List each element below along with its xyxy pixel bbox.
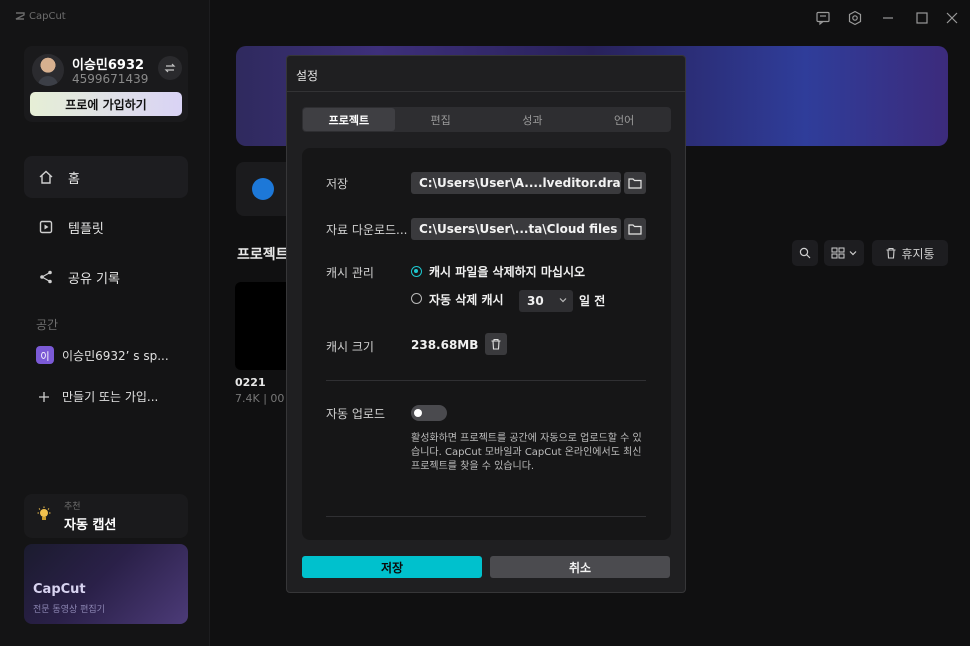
sidebar-item-templates[interactable]: 템플릿 <box>24 206 188 248</box>
promo-title: CapCut <box>33 582 86 597</box>
settings-tabs: 프로젝트 편집 성과 언어 <box>302 107 671 132</box>
project-title: 0221 <box>235 376 266 389</box>
plus-icon <box>39 391 49 402</box>
user-name: 이승민6932 <box>72 58 145 73</box>
trash-icon <box>491 338 501 350</box>
space-item-label: 이승민6932’ s sp... <box>62 348 169 363</box>
cache-manage-label: 캐시 관리 <box>326 266 374 280</box>
cache-days-suffix: 일 전 <box>579 294 606 308</box>
folder-icon <box>628 178 642 189</box>
trash-button[interactable]: 휴지통 <box>872 240 948 266</box>
trash-icon <box>886 247 896 259</box>
cache-days-value: 30 <box>527 294 544 308</box>
home-icon <box>39 170 53 184</box>
trash-label: 휴지통 <box>901 246 935 261</box>
cache-keep-radio[interactable] <box>411 266 422 277</box>
save-path-field[interactable]: C:\Users\User\A....lveditor.draft <box>411 172 621 194</box>
close-icon[interactable] <box>944 10 960 26</box>
clear-cache-button[interactable] <box>485 333 507 355</box>
cache-size-label: 캐시 크기 <box>326 340 374 354</box>
sidebar-item-label: 템플릿 <box>68 221 104 237</box>
sidebar-item-label: 홈 <box>68 171 80 187</box>
auto-upload-description: 활성화하면 프로젝트를 공간에 자동으로 업로드할 수 있습니다. CapCut… <box>411 433 642 472</box>
sidebar-item-home[interactable]: 홈 <box>24 156 188 198</box>
avatar[interactable] <box>32 54 64 86</box>
space-item[interactable]: 이 이승민6932’ s sp... <box>36 346 169 364</box>
grid-view-icon <box>831 247 845 259</box>
section-divider <box>326 516 646 517</box>
promo-subtitle: 전문 동영상 편집기 <box>33 605 105 615</box>
space-section-label: 공간 <box>36 318 59 332</box>
settings-panel: 저장 C:\Users\User\A....lveditor.draft 자료 … <box>302 148 671 540</box>
recommend-label: 추천 <box>64 502 81 512</box>
download-path-browse-button[interactable] <box>624 218 646 240</box>
tab-project[interactable]: 프로젝트 <box>303 108 395 131</box>
search-icon <box>799 247 811 259</box>
sidebar-item-share-history[interactable]: 공유 기록 <box>24 256 188 298</box>
auto-caption-card[interactable]: 추천 자동 캡션 <box>24 494 188 538</box>
join-pro-button[interactable]: 프로에 가입하기 <box>30 92 182 116</box>
auto-upload-toggle[interactable] <box>411 405 447 421</box>
create-item-label: 만들기 또는 가입... <box>62 390 159 404</box>
lightbulb-icon <box>37 506 51 520</box>
cache-keep-label[interactable]: 캐시 파일을 삭제하지 마십시오 <box>429 263 585 280</box>
dialog-title: 설정 <box>296 69 319 83</box>
user-id: 4599671439 <box>72 72 149 86</box>
auto-caption-label: 자동 캡션 <box>64 518 117 533</box>
maximize-icon[interactable] <box>914 10 930 26</box>
sidebar-item-label: 공유 기록 <box>68 271 120 287</box>
download-path-label: 자료 다운로드... <box>326 223 408 237</box>
section-divider <box>326 380 646 381</box>
create-or-join-space-button[interactable]: 만들기 또는 가입... <box>38 388 158 405</box>
template-icon <box>39 220 53 234</box>
save-path-label: 저장 <box>326 177 349 191</box>
title-bar <box>0 0 970 36</box>
promo-card[interactable]: CapCut 전문 동영상 편집기 <box>24 544 188 624</box>
profile-card: 이승민6932 4599671439 프로에 가입하기 <box>24 46 188 122</box>
cache-auto-delete-label[interactable]: 자동 삭제 캐시 <box>429 291 504 308</box>
capcut-app: CapCut 이승민6932 4599671439 프로에 가입하기 홈 템플릿… <box>0 0 970 646</box>
cancel-button[interactable]: 취소 <box>490 556 670 578</box>
project-meta: 7.4K | 00 <box>235 392 285 405</box>
cache-days-select[interactable]: 30 <box>519 290 573 312</box>
tab-language[interactable]: 언어 <box>578 108 670 131</box>
sidebar: CapCut 이승민6932 4599671439 프로에 가입하기 홈 템플릿… <box>0 0 210 646</box>
space-badge: 이 <box>36 346 54 364</box>
settings-dialog: 설정 프로젝트 편집 성과 언어 저장 C:\Users\User\A....l… <box>286 55 686 593</box>
switch-account-button[interactable] <box>158 56 182 80</box>
dialog-divider <box>287 91 685 92</box>
minimize-icon[interactable] <box>880 10 896 26</box>
tab-edit[interactable]: 편집 <box>395 108 487 131</box>
chevron-down-icon <box>849 251 857 256</box>
swap-icon <box>164 63 176 73</box>
cache-size-value: 238.68MB <box>411 338 479 352</box>
tab-performance[interactable]: 성과 <box>487 108 579 131</box>
quick-action-icon <box>252 178 274 200</box>
auto-upload-label: 자동 업로드 <box>326 407 386 421</box>
save-button[interactable]: 저장 <box>302 556 482 578</box>
folder-icon <box>628 224 642 235</box>
download-path-field[interactable]: C:\Users\User\...ta\Cloud files <box>411 218 621 240</box>
projects-heading: 프로젝트 <box>237 247 289 263</box>
chevron-down-icon <box>559 298 567 303</box>
feedback-icon[interactable] <box>815 10 831 26</box>
settings-icon[interactable] <box>847 10 863 26</box>
share-icon <box>40 270 52 284</box>
search-button[interactable] <box>792 240 818 266</box>
cache-auto-delete-radio[interactable] <box>411 293 422 304</box>
save-path-browse-button[interactable] <box>624 172 646 194</box>
view-toggle-button[interactable] <box>824 240 864 266</box>
